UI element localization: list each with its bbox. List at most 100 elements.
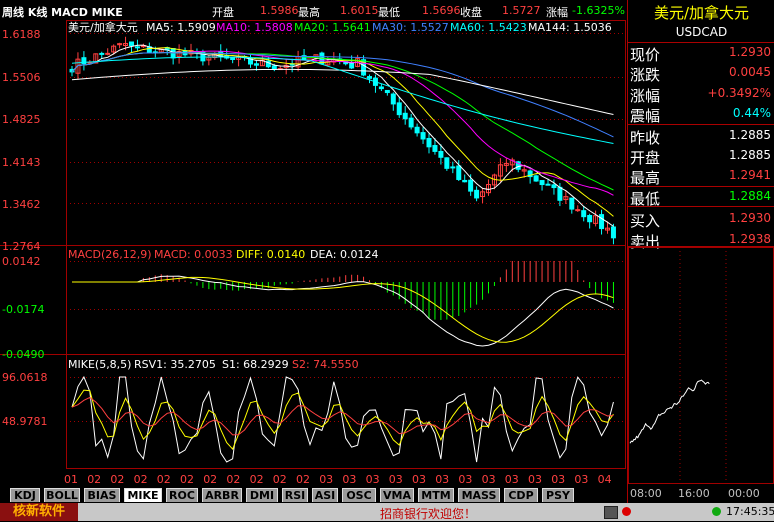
high-label: 最高 [298,6,320,19]
candle-body [569,197,575,210]
clock: 17:45:35 [726,505,774,518]
tab-mass[interactable]: MASS [458,488,500,502]
x-tick-label: 01 [64,473,78,486]
candle-body [408,117,414,128]
kline-y-axis: 1.6188 1.5506 1.4825 1.4143 1.3462 1.276… [2,28,41,253]
candle-body [390,93,396,105]
change-value: -1.6325% [572,4,625,17]
y-tick-label: 1.4143 [2,156,41,169]
kline-legend: 美元/加拿大元 MA5: 1.5909 MA10: 1.5808 MA20: 1… [68,20,612,34]
quote-row: 涨幅 +0.3492% [628,84,774,105]
diff-value: DIFF: 0.0140 [236,248,305,261]
intraday-chart[interactable]: 08:00 16:00 00:00 [628,247,774,503]
tab-roc[interactable]: ROC [166,488,198,502]
candle-body [384,89,390,94]
legend-ma20: MA20: 1.5641 [294,21,371,34]
quote-row: 最高 1.2941 [628,166,774,187]
tab-mtm[interactable]: MTM [418,488,454,502]
x-tick-label: 03 [366,473,380,486]
s2-value: S2: 74.5550 [292,358,359,371]
candle-body [444,157,450,169]
x-tick-label: 03 [412,473,426,486]
tab-osc[interactable]: OSC [342,488,376,502]
candle-body [587,215,593,223]
high-value: 1.6015 [340,4,379,17]
candle-body [129,41,134,47]
computer-icon[interactable] [604,506,618,519]
tab-kdj[interactable]: KDJ [10,488,40,502]
open-value: 1.5986 [260,4,299,17]
candle-body [230,56,236,61]
close-value: 1.5727 [502,4,541,17]
candle-body [134,46,140,49]
y-tick-label: 1.4825 [2,113,41,126]
s2-line [71,396,614,436]
x-tick-label: 03 [505,473,519,486]
connection-icon[interactable] [712,507,721,516]
x-tick-label: 03 [574,473,588,486]
quote-row: 现价 1.2930 [628,43,774,64]
tab-cdp[interactable]: CDP [504,488,538,502]
macd-value: MACD: 0.0033 [154,248,233,261]
candle-body [450,166,456,169]
x-tick-label: 02 [273,473,287,486]
x-tick-label: 04 [598,473,612,486]
chart-area[interactable]: 1.6188 1.5506 1.4825 1.4143 1.3462 1.276… [0,20,626,488]
x-tick-label: 03 [435,473,449,486]
tab-psy[interactable]: PSY [542,488,574,502]
tab-asi[interactable]: ASI [312,488,338,502]
legend-ma10: MA10: 1.5808 [216,21,293,34]
legend-ma144: MA144: 1.5036 [528,21,612,34]
x-tick-label: 02 [180,473,194,486]
quote-label: 买入 [630,212,661,231]
top-info-bar: 周线 K线 MACD MIKE 开盘 1.5986 最高 1.6015 最低 1… [0,0,626,20]
legend-ma30: MA30: 1.5527 [372,21,449,34]
tab-rsi[interactable]: RSI [282,488,308,502]
quote-value: 0.0045 [729,65,771,80]
x-tick-label: 02 [203,473,217,486]
instrument-code: USDCAD [675,25,728,39]
macd-legend-name: MACD(26,12,9) [68,248,152,261]
x-tick-label: 03 [389,473,403,486]
x-tick-label: 02 [226,473,240,486]
tab-dmi[interactable]: DMI [246,488,278,502]
x-tick-label: 02 [110,473,124,486]
y-tick-label: 1.3462 [2,198,41,211]
app-logo: 核新软件 [0,503,78,521]
quote-value: 0.44% [732,106,771,121]
x-tick-label: 02 [296,473,310,486]
tab-mike[interactable]: MIKE [124,488,162,502]
candle-body [378,86,384,90]
candle-body [456,165,462,180]
y-tick-label: 1.6188 [2,28,41,41]
y-tick-label: 1.5506 [2,71,41,84]
mike-legend-name: MIKE(5,8,5) [68,358,131,371]
tab-bias[interactable]: BIAS [84,488,120,502]
status-bar: 核新软件 招商银行欢迎您！ 17:45:35 [0,503,774,521]
time-tick: 16:00 [678,487,710,500]
tab-vma[interactable]: VMA [380,488,414,502]
mike-lines [71,375,614,463]
tab-boll[interactable]: BOLL [44,488,80,502]
candle-body [426,137,432,148]
quote-panel: 美元/加拿大元 USDCAD 现价 1.2930 涨跌 0.0045 涨幅 +0.3492… [627,0,774,503]
candle-body [545,183,551,186]
close-label: 收盘 [460,6,482,19]
chart-grid [0,20,626,469]
macd-lines [72,275,614,347]
chart-title: 周线 K线 MACD MIKE [2,6,123,19]
x-tick-label: 02 [87,473,101,486]
legend-name: 美元/加拿大元 [68,20,138,34]
tab-arbr[interactable]: ARBR [202,488,242,502]
mike-y-axis: 96.0618 48.9781 [2,371,48,428]
x-tick-label: 03 [482,473,496,486]
candle-body [438,150,444,158]
quote-value: 1.2885 [729,148,771,162]
quote-value: 1.2930 [729,211,771,226]
candle-body [105,52,111,55]
low-label: 最低 [378,6,400,19]
ticker-text: 招商银行欢迎您！ [380,507,477,521]
quote-row: 涨跌 0.0045 [628,63,774,85]
rsv-value: RSV1: 35.2705 [134,358,216,371]
quote-label: 涨跌 [630,66,661,85]
